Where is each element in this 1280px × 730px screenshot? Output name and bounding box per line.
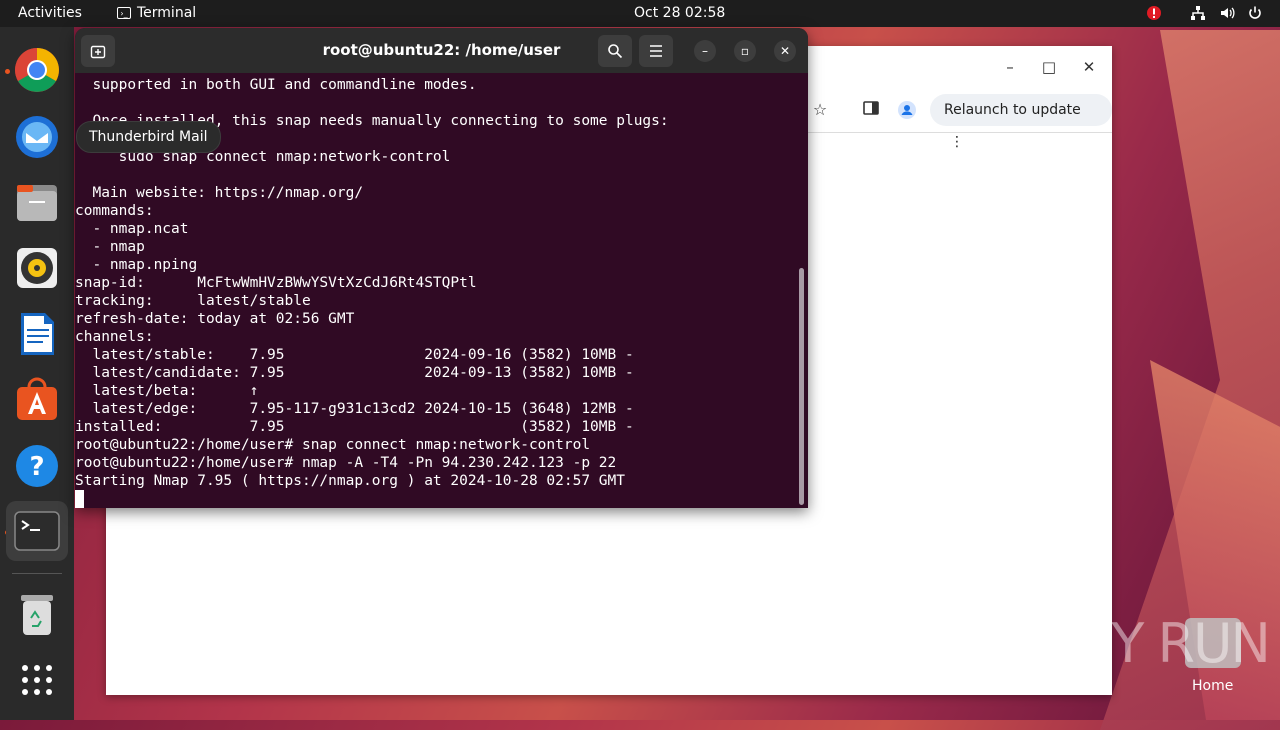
terminal-line: Main website: https://nmap.org/ (75, 185, 364, 201)
terminal-line: supported in both GUI and commandline mo… (75, 77, 477, 93)
help-icon: ? (16, 445, 58, 487)
rhythmbox-icon (17, 248, 57, 288)
trash-launcher[interactable] (12, 589, 62, 639)
apps-grid-icon (22, 665, 52, 695)
terminal-line: - nmap.nping (75, 257, 198, 273)
terminal-window: root@ubuntu22: /home/user – ▫ ✕ supporte… (75, 28, 808, 508)
maximize-button[interactable]: □ (1036, 54, 1062, 80)
thunderbird-icon (16, 116, 58, 158)
software-launcher[interactable] (12, 375, 62, 425)
terminal-line: refresh-date: today at 02:56 GMT (75, 311, 355, 327)
terminal-line: snap-id: McFtwWmHVzBWwYSVtXzCdJ6Rt4STQPt… (75, 275, 477, 291)
watermark-logo: ANY RUN (1038, 612, 1271, 675)
terminal-icon: ›_ (117, 7, 131, 19)
minimize-button[interactable]: – (997, 54, 1023, 80)
terminal-icon (14, 511, 60, 551)
hamburger-icon (650, 45, 662, 57)
home-folder-label[interactable]: Home (1192, 678, 1233, 694)
terminal-line: channels: (75, 329, 154, 345)
terminal-cursor (75, 490, 84, 508)
terminal-line: - nmap.ncat (75, 221, 189, 237)
thunderbird-launcher[interactable] (12, 111, 62, 161)
dock-tooltip: Thunderbird Mail (76, 121, 221, 153)
terminal-line: - nmap (75, 239, 145, 255)
close-button[interactable]: ✕ (1076, 54, 1102, 80)
trash-icon (21, 595, 53, 635)
profile-icon[interactable] (897, 100, 917, 120)
terminal-line: latest/stable: 7.95 2024-09-16 (3582) 10… (75, 347, 634, 363)
alert-icon[interactable] (1146, 5, 1162, 21)
running-indicator (5, 69, 10, 74)
software-store-icon (17, 377, 57, 420)
app-menu[interactable]: ›_ Terminal (117, 5, 196, 21)
top-bar: Activities ›_ Terminal Oct 28 02:58 (0, 0, 1280, 27)
network-icon[interactable] (1190, 5, 1206, 21)
terminal-line: tracking: latest/stable (75, 293, 311, 309)
help-launcher[interactable]: ? (12, 441, 62, 491)
search-button[interactable] (598, 35, 632, 67)
app-menu-label: Terminal (137, 5, 197, 21)
dock-separator (12, 573, 62, 574)
volume-icon[interactable] (1219, 5, 1235, 21)
menu-button[interactable] (639, 35, 673, 67)
close-button[interactable]: ✕ (774, 40, 796, 62)
terminal-headerbar: root@ubuntu22: /home/user – ▫ ✕ (75, 28, 808, 73)
writer-icon (21, 313, 54, 355)
terminal-scrollbar[interactable] (799, 268, 804, 505)
more-vert-icon: ⋮ (950, 134, 964, 150)
svg-text:?: ? (29, 452, 44, 482)
relaunch-label: Relaunch to update (944, 102, 1081, 118)
maximize-button[interactable]: ▫ (734, 40, 756, 62)
relaunch-to-update-button[interactable]: Relaunch to update ⋮ (930, 94, 1112, 150)
chrome-launcher[interactable] (12, 45, 62, 95)
dock: ? (0, 27, 74, 720)
chrome-icon (15, 48, 59, 92)
show-apps-button[interactable] (12, 655, 62, 705)
clock[interactable]: Oct 28 02:58 (634, 5, 725, 21)
side-panel-icon[interactable] (861, 100, 881, 120)
rhythmbox-launcher[interactable] (12, 243, 62, 293)
terminal-line: root@ubuntu22:/home/user# nmap -A -T4 -P… (75, 455, 617, 471)
writer-launcher[interactable] (12, 309, 62, 359)
search-icon (608, 44, 623, 59)
terminal-line: installed: 7.95 (3582) 10MB - (75, 419, 634, 435)
terminal-launcher[interactable] (6, 501, 68, 561)
minimize-button[interactable]: – (694, 40, 716, 62)
terminal-line: root@ubuntu22:/home/user# snap connect n… (75, 437, 591, 453)
power-icon[interactable] (1247, 5, 1263, 21)
terminal-line: commands: (75, 203, 154, 219)
files-launcher[interactable] (12, 177, 62, 227)
activities-button[interactable]: Activities (18, 5, 82, 21)
terminal-line: latest/beta: ↑ (75, 383, 259, 399)
terminal-line: latest/candidate: 7.95 2024-09-13 (3582)… (75, 365, 634, 381)
terminal-line: Starting Nmap 7.95 ( https://nmap.org ) … (75, 473, 625, 489)
bookmark-star-icon[interactable]: ☆ (810, 100, 830, 120)
terminal-line: latest/edge: 7.95-117-g931c13cd2 2024-10… (75, 401, 634, 417)
files-icon (17, 185, 57, 221)
